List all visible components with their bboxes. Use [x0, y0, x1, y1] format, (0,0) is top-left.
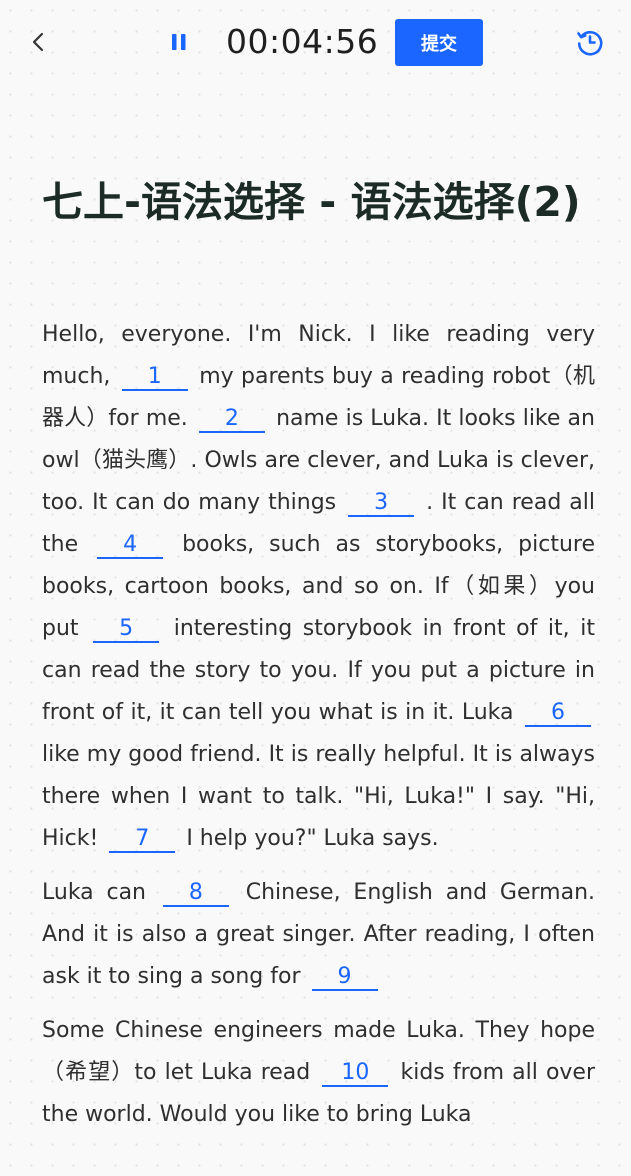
top-bar: 00:04:56 提交 [0, 0, 631, 86]
chevron-left-icon [32, 32, 44, 52]
passage-text: Luka can [42, 880, 147, 905]
passage-paragraph: Some Chinese engineers made Luka. They h… [42, 1010, 595, 1136]
blank-3[interactable]: 3 [348, 491, 415, 517]
passage-paragraph: Luka can 8 Chinese, English and German. … [42, 872, 595, 998]
blank-10[interactable]: 10 [322, 1061, 389, 1087]
blank-7[interactable]: 7 [109, 827, 176, 853]
reading-passage: Hello, everyone. I'm Nick. I like readin… [42, 314, 595, 1148]
page-title: 七上-语法选择 - 语法选择(2) [42, 178, 581, 226]
history-button[interactable] [574, 26, 606, 58]
blank-4[interactable]: 4 [97, 533, 164, 559]
blank-6[interactable]: 6 [525, 701, 591, 727]
passage-text: I help you?" Luka says. [186, 826, 439, 851]
blank-2[interactable]: 2 [198, 407, 265, 433]
pause-button[interactable] [164, 26, 194, 58]
back-button[interactable] [22, 26, 54, 58]
blank-1[interactable]: 1 [121, 365, 188, 391]
blank-8[interactable]: 8 [162, 881, 229, 907]
blank-5[interactable]: 5 [93, 617, 160, 643]
countdown-timer: 00:04:56 [226, 22, 379, 61]
pause-icon [172, 34, 186, 50]
blank-9[interactable]: 9 [311, 965, 378, 991]
history-clock-icon [577, 30, 603, 56]
submit-button[interactable]: 提交 [395, 19, 483, 66]
passage-paragraph: Hello, everyone. I'm Nick. I like readin… [42, 314, 595, 860]
